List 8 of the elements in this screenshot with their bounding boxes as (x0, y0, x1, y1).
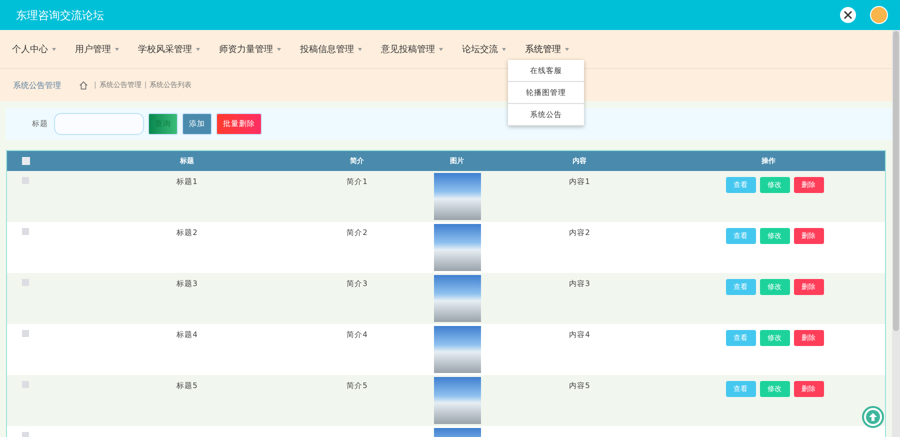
nav-menu-item[interactable]: 师资力量管理 (210, 30, 291, 68)
page-section-title: 系统公告管理 (13, 80, 61, 90)
nav-menu-item[interactable]: 用户管理 (66, 30, 129, 68)
app-title: 东理咨询交流论坛 (16, 8, 105, 22)
nav-menu-item[interactable]: 个人中心 (3, 30, 66, 68)
nav-menu-item[interactable]: 学校风采管理 (129, 30, 210, 68)
nav-menu-item[interactable]: 意见投稿管理 (372, 30, 453, 68)
nav-menu-item[interactable]: 投稿信息管理 (291, 30, 372, 68)
